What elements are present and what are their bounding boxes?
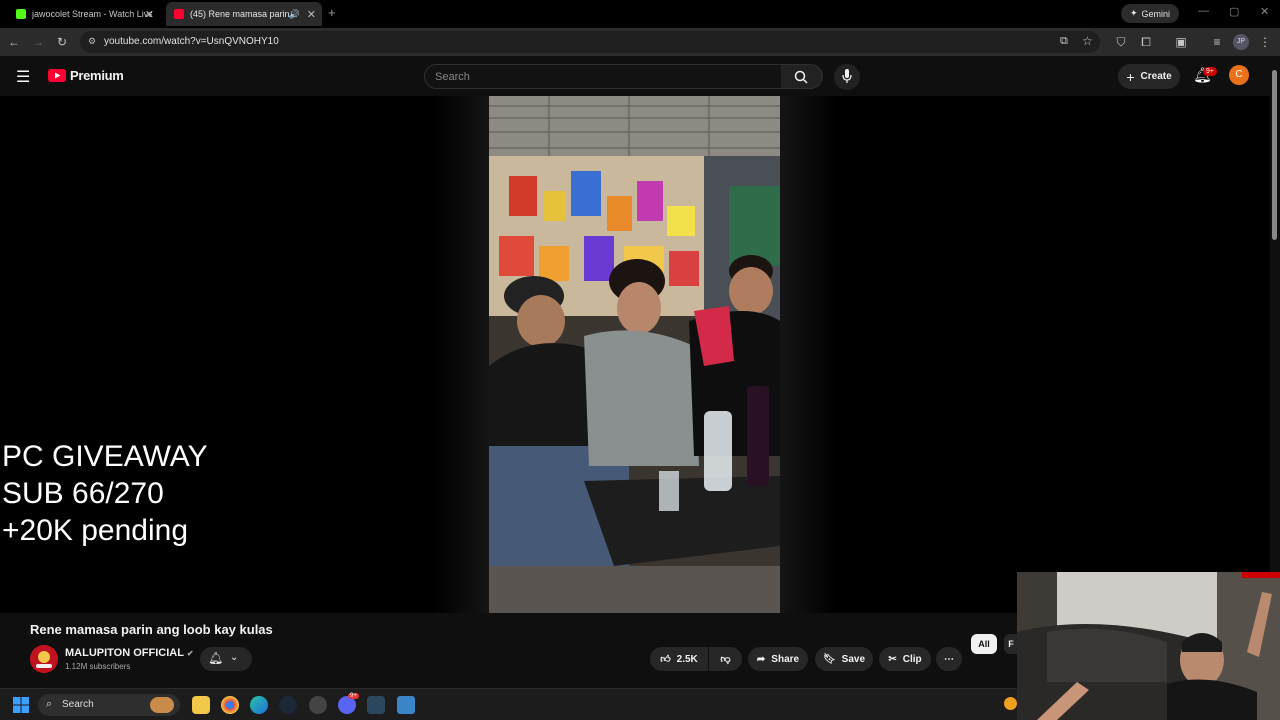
reload-icon[interactable]: ↻ [54, 34, 70, 50]
bell-icon: 🔔︎ [208, 651, 224, 665]
new-tab-button[interactable]: + [328, 5, 336, 20]
obs-icon[interactable] [309, 696, 327, 714]
webcam-overlay [1017, 572, 1280, 720]
more-actions-button[interactable]: ⋯ [936, 647, 962, 671]
subscription-bell-button[interactable]: 🔔︎ ⌄ [200, 647, 252, 671]
search-placeholder: Search [435, 71, 470, 83]
share-button[interactable]: ➦ Share [748, 647, 808, 671]
giveaway-overlay-text: PC GIVEAWAY SUB 66/270 +20K pending [2, 440, 208, 547]
hamburger-menu-icon[interactable]: ☰ [16, 67, 30, 87]
browser-toolbar: ← → ↻ ⚙ youtube.com/watch?v=UsnQVNOHY10 … [0, 28, 1280, 56]
url-text: youtube.com/watch?v=UsnQVNOHY10 [104, 36, 279, 47]
gemini-label: Gemini [1141, 8, 1171, 19]
notification-count-badge: 9+ [1203, 67, 1217, 76]
file-explorer-icon[interactable] [192, 696, 210, 714]
tab-title: jawocolet Stream - Watch Live o [32, 9, 152, 19]
like-button[interactable]: 👍︎ 2.5K [650, 647, 708, 671]
chip-all[interactable]: All [971, 634, 997, 654]
youtube-logo[interactable]: Premium [48, 68, 124, 83]
profile-avatar[interactable]: JP [1233, 34, 1249, 50]
search-highlight-icon [150, 697, 174, 713]
shield-extension-icon[interactable]: ⛉ [1113, 34, 1129, 50]
search-button[interactable] [781, 64, 823, 89]
microphone-icon [842, 69, 852, 83]
tray-app-icon[interactable] [1004, 697, 1017, 710]
close-tab-icon[interactable]: ✕ [145, 8, 154, 21]
forward-icon[interactable]: → [30, 34, 46, 50]
create-label: Create [1140, 71, 1172, 82]
extensions-puzzle-icon[interactable]: ⧠ [1138, 34, 1154, 50]
voice-search-button[interactable] [834, 64, 860, 90]
minimize-icon[interactable]: — [1198, 5, 1209, 17]
video-frame-image [489, 96, 780, 613]
browser-tab-youtube[interactable]: (45) Rene mamasa parin an 🔊 ✕ [166, 2, 322, 26]
steam-icon[interactable] [279, 696, 297, 714]
youtube-header: ☰ Premium Search + Create 🔔︎ 9+ C [0, 56, 1280, 96]
video-title: Rene mamasa parin ang loob kay kulas [30, 622, 273, 637]
chrome-icon[interactable] [221, 696, 239, 714]
sparkle-icon: ✦ [1129, 8, 1138, 18]
account-avatar[interactable]: C [1229, 65, 1249, 85]
verified-icon: ✔ [186, 649, 194, 658]
browser-tab-kick[interactable]: jawocolet Stream - Watch Live o ✕ [8, 2, 160, 26]
maximize-icon[interactable]: ▢ [1229, 5, 1239, 18]
edge-icon[interactable] [250, 696, 268, 714]
video-frame[interactable] [489, 96, 780, 613]
back-icon[interactable]: ← [6, 34, 22, 50]
windows-taskbar: ⌕ Search 9+ [0, 688, 1017, 720]
scissors-icon: ✂ [888, 653, 897, 665]
channel-logo-icon [30, 645, 58, 673]
save-button[interactable]: 🔖︎ Save [815, 647, 873, 671]
thumbs-down-icon: 👎︎ [720, 654, 731, 665]
subscriber-count: 1.12M subscribers [65, 662, 131, 671]
browser-menu-icon[interactable]: ⋮ [1257, 34, 1273, 50]
browser-tab-strip: jawocolet Stream - Watch Live o ✕ (45) R… [0, 0, 1280, 28]
save-icon: 🔖︎ [822, 653, 836, 665]
notepad-icon[interactable] [397, 696, 415, 714]
more-icon: ⋯ [944, 653, 954, 665]
dislike-button[interactable]: 👎︎ [709, 647, 742, 671]
streamer-webcam-image [1017, 572, 1280, 720]
plus-icon: + [1126, 68, 1135, 85]
like-count: 2.5K [676, 653, 698, 665]
youtube-play-logo-icon [48, 69, 66, 82]
close-tab-icon[interactable]: ✕ [307, 8, 316, 21]
site-info-icon[interactable]: ⚙ [88, 36, 96, 47]
windows-start-icon[interactable] [13, 697, 29, 713]
channel-name[interactable]: MALUPITON OFFICIAL ✔ [65, 647, 194, 659]
steam-app-icon[interactable] [367, 696, 385, 714]
share-icon: ➦ [756, 653, 766, 665]
clip-label: Clip [902, 653, 922, 665]
video-player[interactable]: PC GIVEAWAY SUB 66/270 +20K pending [0, 96, 1270, 613]
share-label: Share [771, 653, 800, 665]
thumbs-up-icon: 👍︎ [660, 654, 671, 665]
scrollbar-thumb[interactable] [1272, 70, 1277, 240]
address-bar[interactable]: ⚙ youtube.com/watch?v=UsnQVNOHY10 ⧉ ☆ [80, 31, 1100, 53]
bookmark-star-icon[interactable]: ☆ [1082, 34, 1093, 48]
chevron-down-icon: ⌄ [230, 652, 239, 663]
save-label: Save [841, 653, 866, 665]
channel-name-text: MALUPITON OFFICIAL [65, 647, 184, 659]
chip-next[interactable]: F [1004, 634, 1018, 654]
search-input[interactable]: Search [424, 64, 782, 89]
gemini-button[interactable]: ✦ Gemini [1121, 4, 1179, 23]
taskbar-search-label: Search [62, 699, 94, 710]
audio-playing-icon[interactable]: 🔊 [289, 9, 300, 20]
create-button[interactable]: + Create [1118, 64, 1180, 89]
kick-favicon-icon [16, 9, 26, 19]
channel-avatar[interactable] [30, 645, 58, 673]
close-window-icon[interactable]: ✕ [1260, 5, 1269, 18]
discord-badge: 9+ [348, 693, 359, 699]
search-icon [794, 70, 808, 84]
taskbar-search[interactable]: ⌕ Search [38, 694, 180, 716]
youtube-favicon-icon [174, 9, 184, 19]
media-controls-icon[interactable]: ≡ [1209, 34, 1225, 50]
install-app-icon[interactable]: ⧉ [1060, 35, 1068, 48]
split-view-icon[interactable]: ▣ [1173, 34, 1189, 50]
tab-title: (45) Rene mamasa parin an [190, 9, 290, 19]
logo-text: Premium [70, 68, 124, 83]
search-icon: ⌕ [46, 698, 53, 710]
clip-button[interactable]: ✂ Clip [879, 647, 931, 671]
